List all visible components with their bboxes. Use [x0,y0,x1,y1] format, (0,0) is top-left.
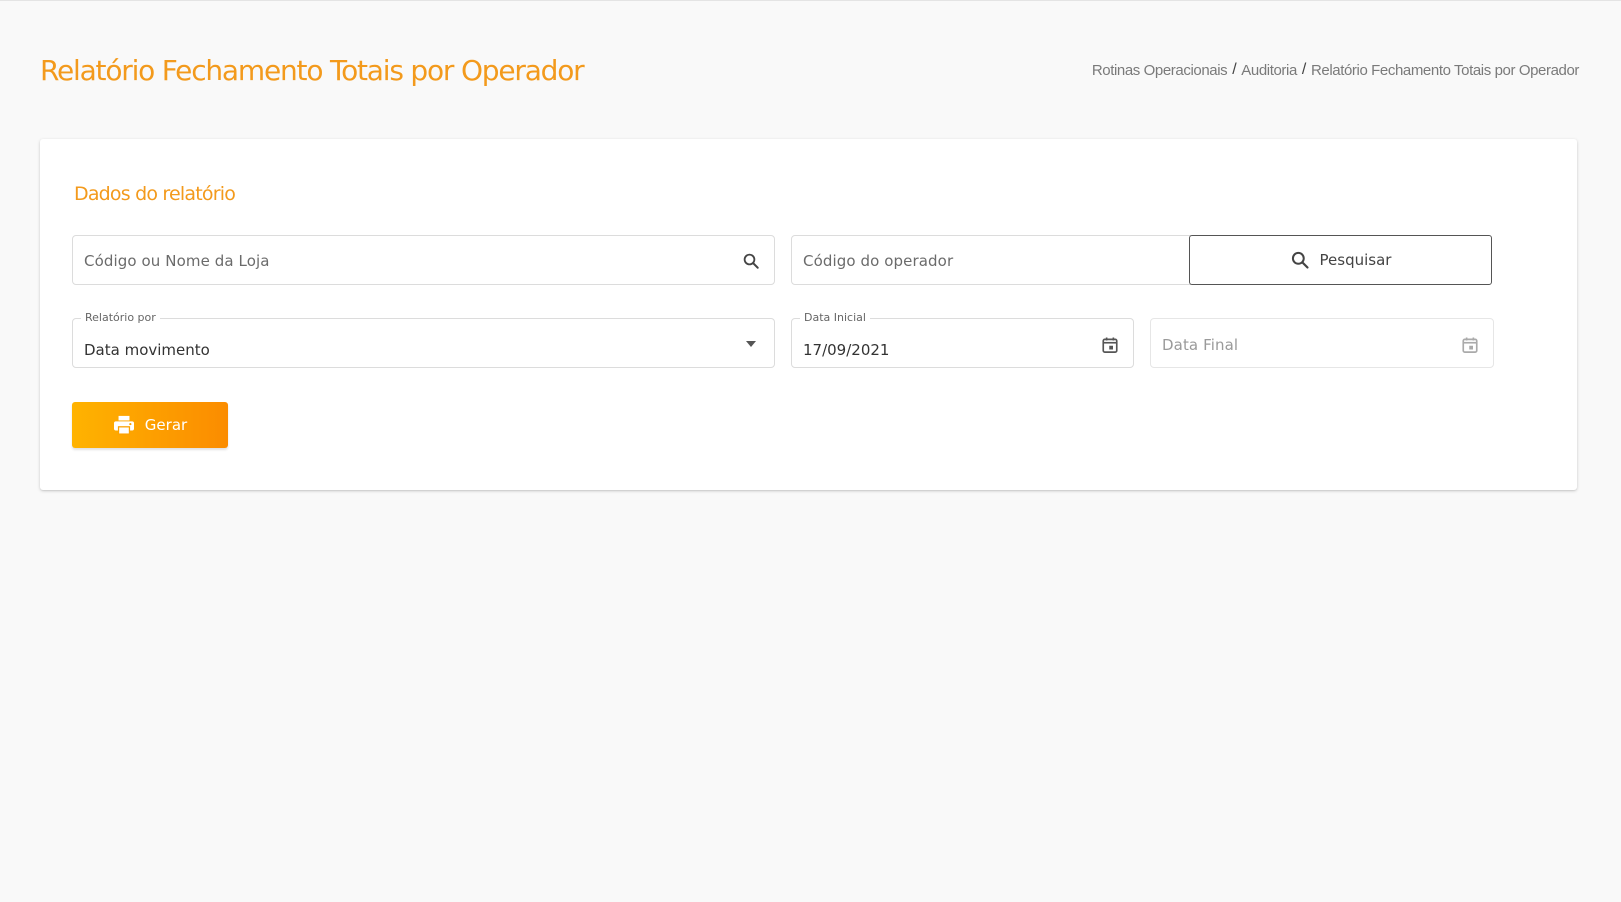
report-by-select[interactable]: Relatório por Data movimento [72,311,775,368]
section-title: Dados do relatório [74,183,236,205]
search-icon[interactable] [740,250,762,272]
printer-icon [113,415,135,435]
calendar-icon[interactable] [1099,334,1121,356]
end-date-input[interactable]: Data Final [1150,318,1494,368]
search-button[interactable]: Pesquisar [1189,235,1492,285]
report-by-value: Data movimento [84,341,210,359]
operator-code-input[interactable]: Código do operador [791,235,1191,285]
breadcrumb: Rotinas Operacionais / Auditoria / Relat… [1092,61,1580,79]
report-form-card: Dados do relatório Código ou Nome da Loj… [40,139,1577,490]
breadcrumb-separator: / [1232,61,1237,78]
page-title: Relatório Fechamento Totais por Operador [40,54,585,87]
search-button-label: Pesquisar [1319,251,1392,269]
breadcrumb-item-rotinas-operacionais[interactable]: Rotinas Operacionais [1092,62,1228,79]
start-date-label: Data Inicial [800,311,870,324]
start-date-value: 17/09/2021 [803,341,890,359]
generate-button[interactable]: Gerar [72,402,228,448]
report-by-label: Relatório por [81,311,160,324]
breadcrumb-item-current: Relatório Fechamento Totais por Operador [1310,61,1579,79]
start-date-input[interactable]: Data Inicial 17/09/2021 [791,311,1134,368]
search-icon [1290,250,1310,270]
end-date-placeholder: Data Final [1162,336,1239,354]
breadcrumb-item-auditoria[interactable]: Auditoria [1241,62,1297,79]
calendar-icon[interactable] [1459,334,1481,356]
breadcrumb-separator: / [1301,61,1306,78]
operator-code-placeholder: Código do operador [803,252,954,270]
dropdown-arrow-icon[interactable] [740,333,762,355]
generate-button-label: Gerar [144,416,188,434]
store-search-input[interactable]: Código ou Nome da Loja [72,235,775,285]
store-search-placeholder: Código ou Nome da Loja [84,252,270,270]
